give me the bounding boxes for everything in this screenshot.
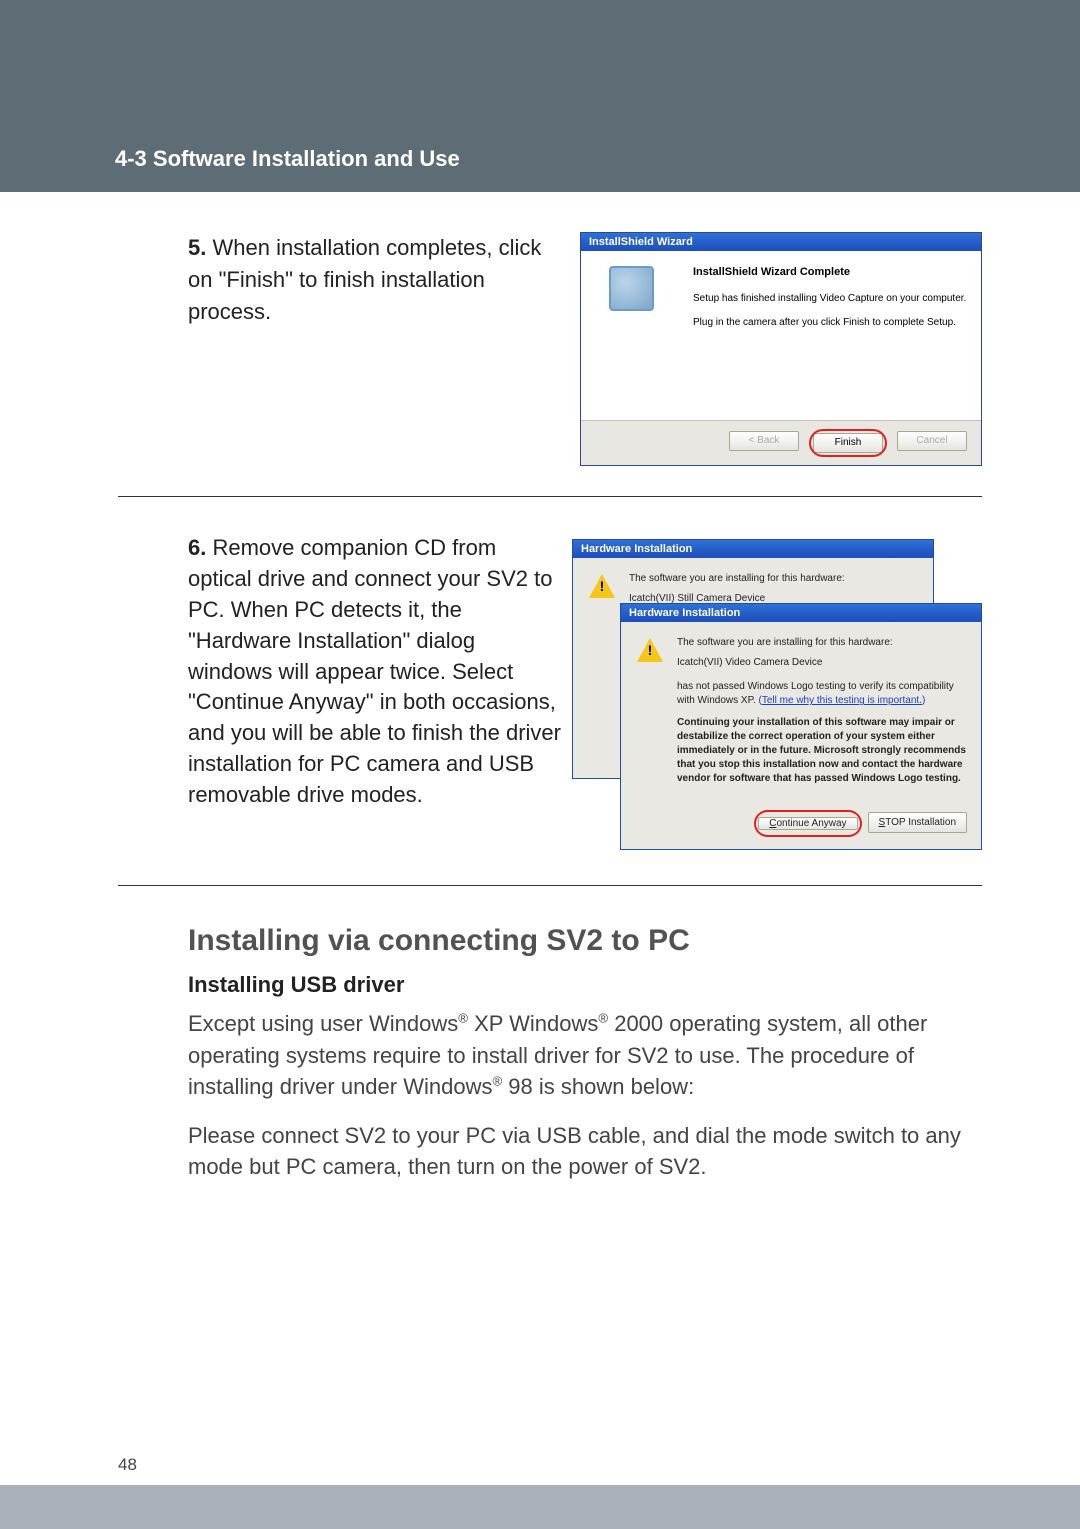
section-subheading: Installing USB driver xyxy=(188,972,982,998)
step-6-number: 6. xyxy=(188,535,206,560)
step-5-text: 5. When installation completes, click on… xyxy=(118,232,580,328)
divider-1 xyxy=(118,496,982,497)
hw-front-warning: Continuing your installation of this sof… xyxy=(677,716,969,786)
section-paragraph-1: Except using user Windows® XP Windows® 2… xyxy=(188,1008,982,1102)
installshield-button-row: < Back Finish Cancel xyxy=(581,420,981,465)
step-5-body: When installation completes, click on "F… xyxy=(188,235,541,324)
hw-front-titlebar: Hardware Installation xyxy=(621,604,981,622)
installshield-titlebar: InstallShield Wizard xyxy=(581,233,981,251)
hw-front-text: The software you are installing for this… xyxy=(677,636,969,786)
finish-highlight-circle: Finish xyxy=(811,431,885,455)
header-band: 4-3 Software Installation and Use xyxy=(0,0,1080,192)
installshield-line2: Plug in the camera after you click Finis… xyxy=(693,316,969,330)
registered-mark-icon: ® xyxy=(492,1074,502,1089)
installshield-body: InstallShield Wizard Complete Setup has … xyxy=(581,251,981,420)
step-6-body: Remove companion CD from optical drive a… xyxy=(188,535,561,806)
installshield-line1: Setup has finished installing Video Capt… xyxy=(693,292,969,306)
installshield-logo-icon xyxy=(609,266,654,311)
hardware-install-dialog-front: Hardware Installation The software you a… xyxy=(620,603,982,850)
installshield-text: InstallShield Wizard Complete Setup has … xyxy=(681,251,981,420)
section-paragraph-2: Please connect SV2 to your PC via USB ca… xyxy=(188,1120,982,1182)
section-install-via-pc: Installing via connecting SV2 to PC Inst… xyxy=(0,924,1080,1182)
hardware-dialogs-wrap: Hardware Installation The software you a… xyxy=(572,539,982,839)
step-5-block: 5. When installation completes, click on… xyxy=(118,232,982,466)
page-number: 48 xyxy=(118,1455,137,1475)
continue-anyway-button[interactable]: CContinue Anywayontinue Anyway xyxy=(758,817,857,830)
hw-back-intro: The software you are installing for this… xyxy=(629,572,921,586)
hw-front-notpassed: has not passed Windows Logo testing to v… xyxy=(677,680,969,708)
warning-icon xyxy=(637,638,663,664)
hw-front-intro: The software you are installing for this… xyxy=(677,636,969,650)
hw-front-device: Icatch(VII) Video Camera Device xyxy=(677,656,969,670)
hw-back-titlebar: Hardware Installation xyxy=(573,540,933,558)
registered-mark-icon: ® xyxy=(598,1011,608,1026)
installshield-window: InstallShield Wizard InstallShield Wizar… xyxy=(580,232,982,466)
step-6-text: 6. Remove companion CD from optical driv… xyxy=(118,533,572,810)
cancel-button[interactable]: Cancel xyxy=(897,431,967,451)
finish-button[interactable]: Finish xyxy=(813,433,883,453)
footer-band xyxy=(0,1485,1080,1529)
installshield-sidebar xyxy=(581,251,681,420)
continue-anyway-highlight-circle: CContinue Anywayontinue Anyway xyxy=(756,812,859,835)
section-heading: Installing via connecting SV2 to PC xyxy=(188,924,982,958)
warning-icon xyxy=(589,574,615,600)
installshield-heading: InstallShield Wizard Complete xyxy=(693,265,969,280)
step-6-block: 6. Remove companion CD from optical driv… xyxy=(118,533,982,839)
divider-2 xyxy=(118,885,982,886)
hw-front-button-row: CContinue Anywayontinue Anyway SSTOP Ins… xyxy=(621,798,981,849)
hw-front-body: The software you are installing for this… xyxy=(621,622,981,798)
registered-mark-icon: ® xyxy=(458,1011,468,1026)
step-5-number: 5. xyxy=(188,235,206,260)
page: 4-3 Software Installation and Use 5. Whe… xyxy=(0,0,1080,1529)
content-area: 5. When installation completes, click on… xyxy=(0,192,1080,886)
header-title: 4-3 Software Installation and Use xyxy=(0,146,1080,192)
stop-installation-button[interactable]: SSTOP InstallationTOP Installation xyxy=(868,812,967,833)
tell-me-why-link[interactable]: Tell me why this testing is important. xyxy=(762,695,922,706)
back-button[interactable]: < Back xyxy=(729,431,799,451)
